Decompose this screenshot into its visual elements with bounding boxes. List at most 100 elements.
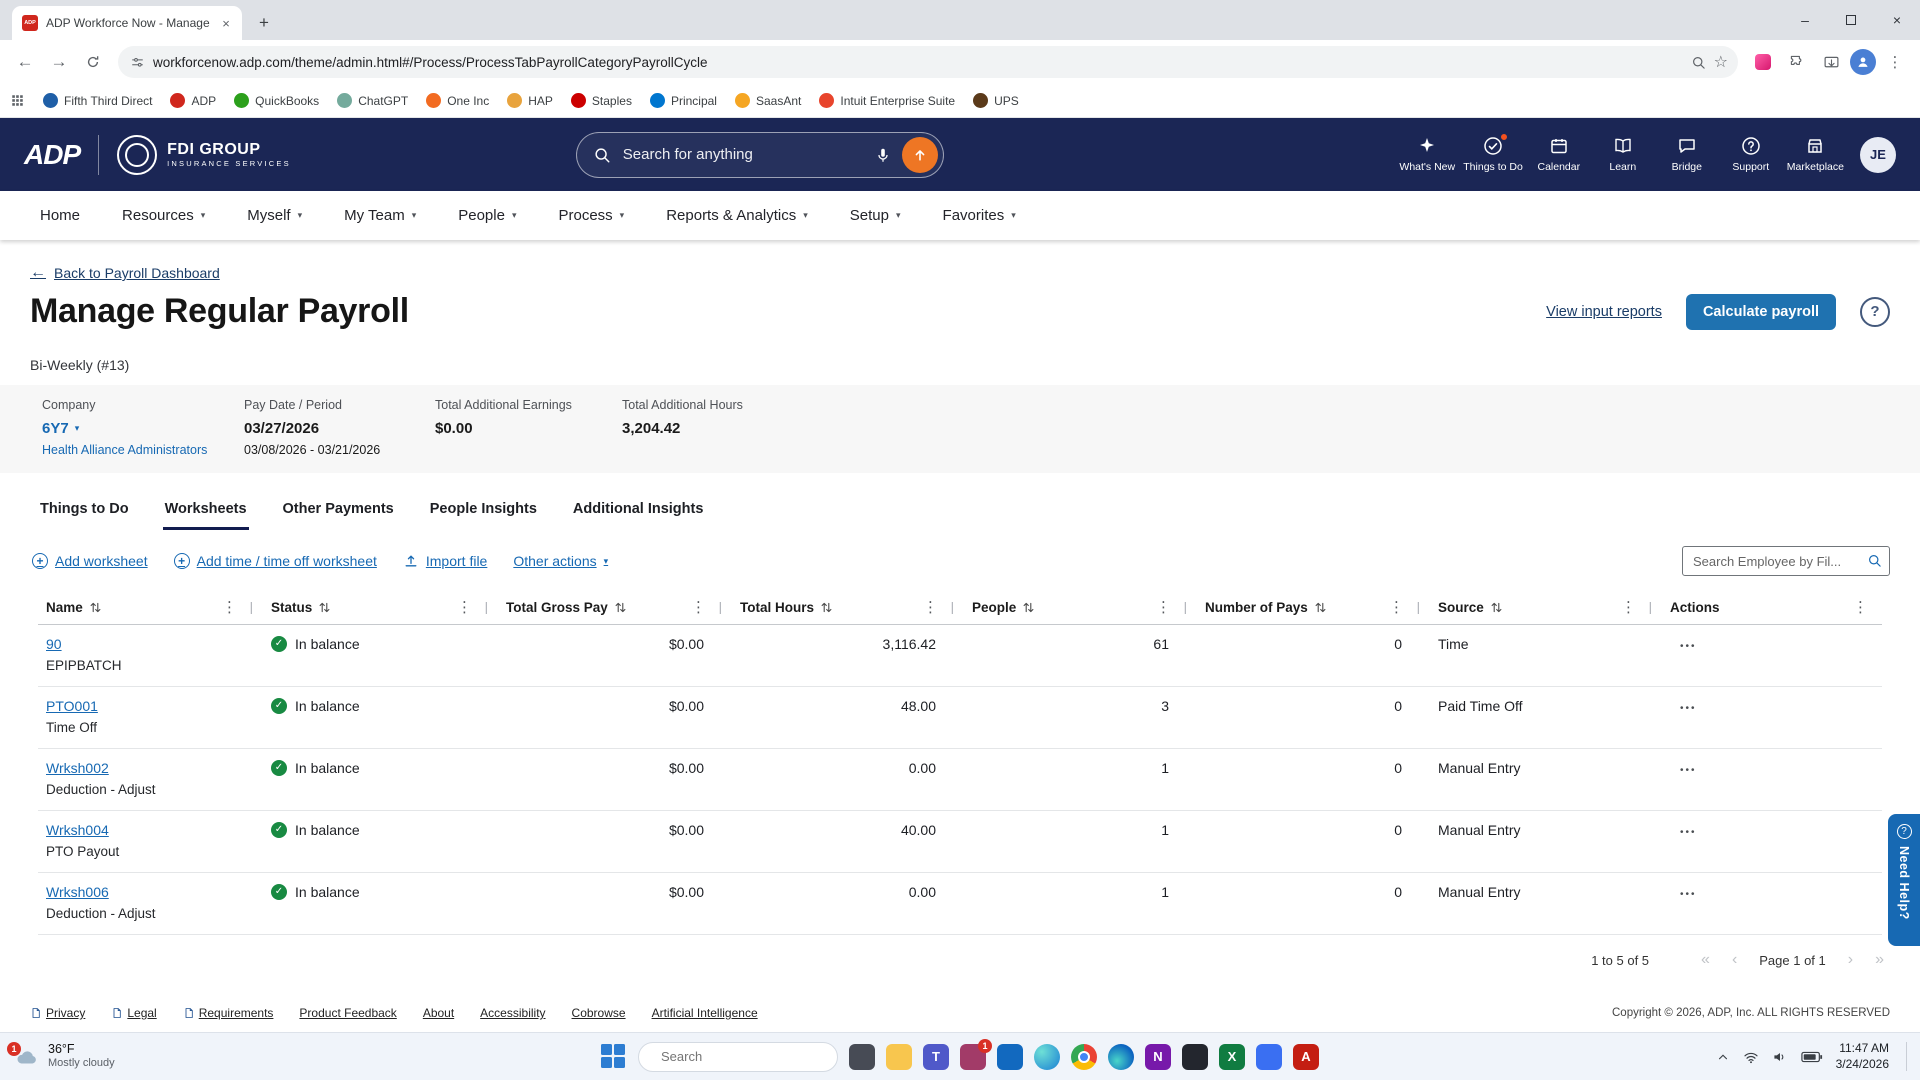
footer-about-link[interactable]: About — [423, 1006, 454, 1020]
bookmark-fifth-third[interactable]: Fifth Third Direct — [43, 93, 152, 108]
nav-resources[interactable]: Resources ▾ — [122, 207, 205, 224]
column-menu-icon[interactable]: ⋮ — [1156, 598, 1171, 616]
taskbar-search-input[interactable] — [659, 1048, 839, 1065]
column-header-name[interactable]: Name ⋮ — [38, 598, 251, 616]
taskbar-app-chrome[interactable] — [1071, 1043, 1097, 1070]
column-menu-icon[interactable]: ⋮ — [1853, 598, 1868, 616]
battery-icon[interactable] — [1801, 1051, 1823, 1063]
column-menu-icon[interactable]: ⋮ — [1621, 598, 1636, 616]
calendar-button[interactable]: Calendar — [1531, 136, 1587, 173]
taskbar-app-copilot[interactable] — [1034, 1043, 1060, 1070]
bookmark-chatgpt[interactable]: ChatGPT — [337, 93, 408, 108]
add-worksheet-button[interactable]: + Add worksheet — [32, 553, 148, 569]
footer-privacy-link[interactable]: Privacy — [30, 1006, 85, 1020]
search-icon[interactable] — [1867, 553, 1882, 568]
nav-myself[interactable]: Myself ▾ — [247, 207, 302, 224]
weather-widget[interactable]: 1 36°F Mostly cloudy — [7, 1033, 121, 1080]
taskbar-app-teams[interactable]: T — [923, 1043, 949, 1070]
sort-icon[interactable] — [615, 601, 626, 614]
whats-new-button[interactable]: What's New — [1399, 136, 1455, 173]
first-page-button[interactable]: « — [1701, 951, 1710, 969]
tab-other-payments[interactable]: Other Payments — [281, 495, 396, 530]
row-actions-button[interactable]: ••• — [1680, 641, 1697, 652]
site-settings-icon[interactable] — [130, 55, 145, 70]
need-help-tab[interactable]: ? Need Help? — [1888, 814, 1920, 946]
bookmark-star-icon[interactable]: ☆ — [1714, 52, 1728, 72]
tab-worksheets[interactable]: Worksheets — [162, 495, 249, 530]
show-desktop-button[interactable] — [1906, 1042, 1910, 1071]
taskbar-clock[interactable]: 11:47 AM 3/24/2026 — [1836, 1041, 1889, 1072]
taskbar-app-file-explorer[interactable] — [886, 1043, 912, 1070]
worksheet-link[interactable]: Wrksh006 — [46, 884, 109, 900]
bookmark-quickbooks[interactable]: QuickBooks — [234, 93, 319, 108]
nav-home[interactable]: Home — [40, 207, 80, 224]
column-menu-icon[interactable]: ⋮ — [222, 598, 237, 616]
taskbar-app-outlook[interactable] — [997, 1043, 1023, 1070]
row-actions-button[interactable]: ••• — [1680, 765, 1697, 776]
row-actions-button[interactable]: ••• — [1680, 703, 1697, 714]
tray-chevron-up-icon[interactable] — [1716, 1050, 1730, 1064]
column-header-status[interactable]: Status ⋮ — [251, 598, 486, 616]
row-actions-button[interactable]: ••• — [1680, 827, 1697, 838]
browser-tab[interactable]: ADP ADP Workforce Now - Manage × — [12, 6, 242, 40]
column-menu-icon[interactable]: ⋮ — [691, 598, 706, 616]
cast-icon[interactable] — [1816, 47, 1846, 77]
nav-process[interactable]: Process ▾ — [558, 207, 624, 224]
column-header-total-hours[interactable]: Total Hours ⋮ — [720, 598, 952, 616]
global-search[interactable] — [575, 131, 944, 178]
row-actions-button[interactable]: ••• — [1680, 889, 1697, 900]
column-header-number-of-pays[interactable]: Number of Pays ⋮ — [1185, 598, 1418, 616]
footer-cobrowse-link[interactable]: Cobrowse — [572, 1006, 626, 1020]
taskbar-app-files-dark[interactable] — [849, 1043, 875, 1070]
taskbar-app-excel[interactable]: X — [1219, 1043, 1245, 1070]
sort-icon[interactable] — [319, 601, 330, 614]
back-to-dashboard-link[interactable]: ← Back to Payroll Dashboard — [30, 264, 220, 282]
worksheet-link[interactable]: PTO001 — [46, 698, 98, 714]
column-menu-icon[interactable]: ⋮ — [457, 598, 472, 616]
things-to-do-button[interactable]: Things to Do — [1463, 132, 1523, 173]
next-page-button[interactable]: › — [1848, 951, 1853, 969]
new-tab-button[interactable]: + — [250, 9, 278, 37]
worksheet-link[interactable]: Wrksh002 — [46, 760, 109, 776]
last-page-button[interactable]: » — [1875, 951, 1884, 969]
import-file-button[interactable]: Import file — [403, 553, 487, 569]
column-header-gross-pay[interactable]: Total Gross Pay ⋮ — [486, 598, 720, 616]
nav-setup[interactable]: Setup ▾ — [850, 207, 901, 224]
worksheet-link[interactable]: 90 — [46, 636, 62, 652]
tab-things-to-do[interactable]: Things to Do — [38, 495, 131, 530]
tab-people-insights[interactable]: People Insights — [428, 495, 539, 530]
help-button[interactable]: ? — [1860, 296, 1890, 327]
calculate-payroll-button[interactable]: Calculate payroll — [1685, 293, 1836, 330]
footer-requirements-link[interactable]: Requirements — [183, 1006, 273, 1020]
taskbar-app-notepad[interactable] — [1182, 1043, 1208, 1070]
global-search-input[interactable] — [620, 145, 864, 164]
company-code-dropdown[interactable]: 6Y7 ▾ — [42, 420, 244, 437]
support-button[interactable]: Support — [1723, 136, 1779, 173]
extensions-puzzle-icon[interactable] — [1782, 47, 1812, 77]
apps-grid-icon[interactable] — [10, 93, 25, 108]
nav-favorites[interactable]: Favorites ▾ — [943, 207, 1016, 224]
company-name-link[interactable]: Health Alliance Administrators — [42, 443, 244, 457]
column-header-people[interactable]: People ⋮ — [952, 598, 1185, 616]
window-maximize-button[interactable] — [1828, 0, 1874, 40]
volume-icon[interactable] — [1772, 1049, 1788, 1065]
taskbar-app-edge[interactable] — [1108, 1043, 1134, 1070]
browser-profile-avatar[interactable] — [1850, 49, 1876, 75]
view-input-reports-link[interactable]: View input reports — [1546, 304, 1662, 320]
worksheet-link[interactable]: Wrksh004 — [46, 822, 109, 838]
taskbar-app-onenote[interactable]: N — [1145, 1043, 1171, 1070]
reload-button[interactable] — [78, 47, 108, 77]
start-button[interactable] — [601, 1043, 627, 1070]
bookmark-saasant[interactable]: SaasAnt — [734, 93, 801, 108]
bookmark-intuit[interactable]: Intuit Enterprise Suite — [819, 93, 955, 108]
footer-accessibility-link[interactable]: Accessibility — [480, 1006, 545, 1020]
bookmark-adp[interactable]: ADP — [170, 93, 216, 108]
search-submit-button[interactable] — [901, 136, 938, 173]
bookmark-principal[interactable]: Principal — [649, 93, 717, 108]
sort-icon[interactable] — [821, 601, 832, 614]
taskbar-app-acrobat[interactable]: A — [1293, 1043, 1319, 1070]
zoom-icon[interactable] — [1691, 55, 1706, 70]
browser-menu-icon[interactable]: ⋮ — [1880, 47, 1910, 77]
bookmark-one-inc[interactable]: One Inc — [426, 93, 489, 108]
window-minimize-button[interactable]: – — [1782, 0, 1828, 40]
